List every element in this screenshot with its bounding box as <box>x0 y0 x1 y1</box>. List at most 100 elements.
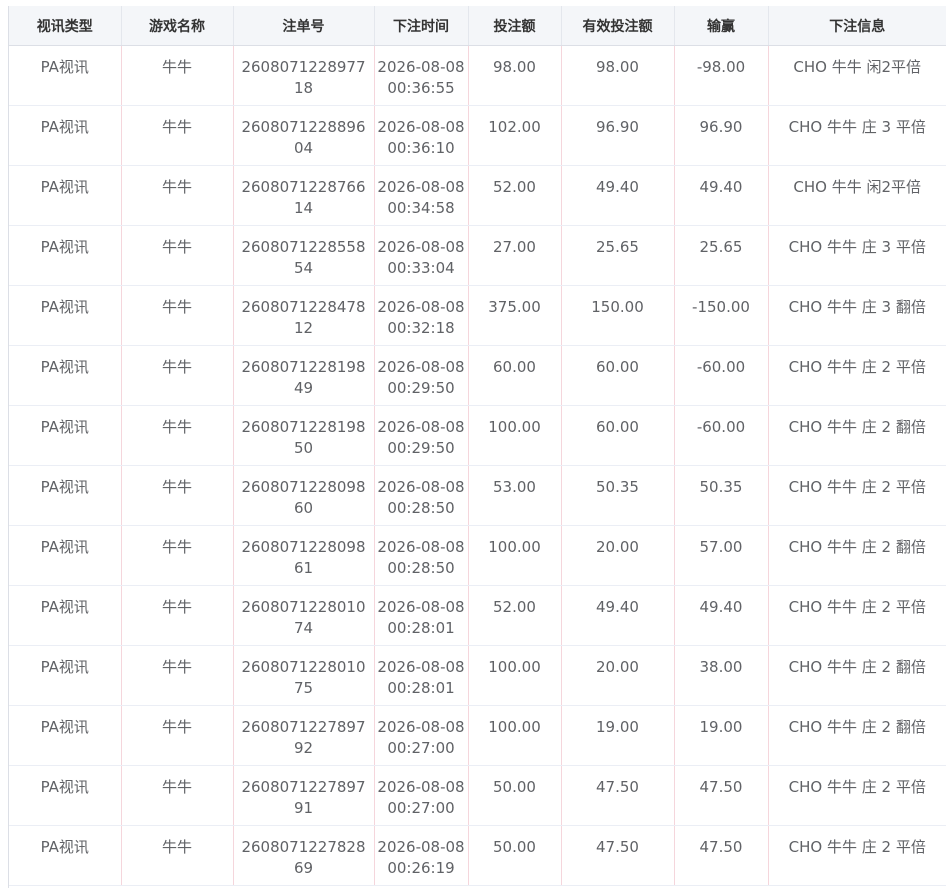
bet-time-cell: 2026-08-08 00:28:01 <box>374 585 469 646</box>
table-row[interactable]: PA视讯 牛牛 260807122897718 2026-08-08 00:36:55… <box>9 45 946 106</box>
valid-bet-amount-cell: 150.00 <box>561 285 675 346</box>
table-row[interactable]: PA视讯 牛牛 260807122809860 2026-08-08 00:28:50… <box>9 465 946 526</box>
bet-time-cell: 2026-08-08 00:33:04 <box>374 225 469 286</box>
table-row[interactable]: PA视讯 牛牛 260807122789791 2026-08-08 00:27:00… <box>9 765 946 826</box>
video-type-cell: PA视讯 <box>9 645 122 706</box>
bet-amount-cell: 52.00 <box>468 585 562 646</box>
bet-amount-cell: 52.00 <box>468 165 562 226</box>
valid-bet-amount-cell: 60.00 <box>561 405 675 466</box>
table-row[interactable]: PA视讯 牛牛 260807122801074 2026-08-08 00:28:01… <box>9 585 946 646</box>
bet-time-cell: 2026-08-08 00:36:10 <box>374 105 469 166</box>
win-loss-cell: -60.00 <box>674 345 769 406</box>
valid-bet-amount-cell: 20.00 <box>561 525 675 586</box>
win-loss-cell: 49.40 <box>674 165 769 226</box>
table-row[interactable]: PA视讯 牛牛 260807122889604 2026-08-08 00:36:10… <box>9 105 946 166</box>
table-row[interactable]: PA视讯 牛牛 260807122801075 2026-08-08 00:28:01… <box>9 645 946 706</box>
bet-info-cell: CHO 牛牛 庄 2 翻倍 <box>768 405 946 466</box>
valid-bet-amount-cell: 49.40 <box>561 165 675 226</box>
order-number-cell: 260807122897718 <box>233 45 375 106</box>
bet-amount-cell: 375.00 <box>468 285 562 346</box>
game-name-cell: 牛牛 <box>121 585 234 646</box>
bet-time-cell: 2026-08-08 00:28:50 <box>374 525 469 586</box>
game-name-cell: 牛牛 <box>121 765 234 826</box>
bet-info-cell: CHO 牛牛 庄 2 平倍 <box>768 765 946 826</box>
order-number-cell: 260807122855854 <box>233 225 375 286</box>
column-header-valid-bet-amount[interactable]: 有效投注额 <box>561 6 675 46</box>
order-number-cell: 260807122847812 <box>233 285 375 346</box>
game-name-cell: 牛牛 <box>121 465 234 526</box>
bet-amount-cell: 50.00 <box>468 765 562 826</box>
order-number-cell: 260807122809861 <box>233 525 375 586</box>
column-header-game-name[interactable]: 游戏名称 <box>121 6 234 46</box>
bet-info-cell: CHO 牛牛 闲2平倍 <box>768 45 946 106</box>
valid-bet-amount-cell: 49.40 <box>561 585 675 646</box>
video-type-cell: PA视讯 <box>9 525 122 586</box>
video-type-cell: PA视讯 <box>9 45 122 106</box>
bet-time-cell: 2026-08-08 00:32:18 <box>374 285 469 346</box>
video-type-cell: PA视讯 <box>9 465 122 526</box>
column-header-video-type[interactable]: 视讯类型 <box>9 6 122 46</box>
table-row[interactable]: PA视讯 牛牛 260807122819850 2026-08-08 00:29:50… <box>9 405 946 466</box>
bet-time-cell: 2026-08-08 00:26:19 <box>374 825 469 886</box>
bet-time-cell: 2026-08-08 00:36:55 <box>374 45 469 106</box>
table-body: PA视讯 牛牛 260807122897718 2026-08-08 00:36:55… <box>9 45 946 886</box>
bet-amount-cell: 100.00 <box>468 705 562 766</box>
bet-records-table: 视讯类型 游戏名称 注单号 下注时间 投注额 有效投注额 输赢 下注信息 PA视… <box>9 6 946 886</box>
table-row[interactable]: PA视讯 牛牛 260807122809861 2026-08-08 00:28:50… <box>9 525 946 586</box>
table-row[interactable]: PA视讯 牛牛 260807122855854 2026-08-08 00:33:04… <box>9 225 946 286</box>
column-header-win-loss[interactable]: 输赢 <box>674 6 769 46</box>
table-row[interactable]: PA视讯 牛牛 260807122789792 2026-08-08 00:27:00… <box>9 705 946 766</box>
bet-info-cell: CHO 牛牛 庄 2 翻倍 <box>768 645 946 706</box>
valid-bet-amount-cell: 19.00 <box>561 705 675 766</box>
bet-info-cell: CHO 牛牛 庄 2 平倍 <box>768 345 946 406</box>
bet-info-cell: CHO 牛牛 庄 2 翻倍 <box>768 525 946 586</box>
bet-info-cell: CHO 牛牛 庄 2 翻倍 <box>768 705 946 766</box>
game-name-cell: 牛牛 <box>121 285 234 346</box>
bet-amount-cell: 53.00 <box>468 465 562 526</box>
valid-bet-amount-cell: 47.50 <box>561 825 675 886</box>
win-loss-cell: -150.00 <box>674 285 769 346</box>
valid-bet-amount-cell: 25.65 <box>561 225 675 286</box>
win-loss-cell: 47.50 <box>674 765 769 826</box>
win-loss-cell: 38.00 <box>674 645 769 706</box>
bet-amount-cell: 100.00 <box>468 525 562 586</box>
table-row[interactable]: PA视讯 牛牛 260807122876614 2026-08-08 00:34:58… <box>9 165 946 226</box>
game-name-cell: 牛牛 <box>121 645 234 706</box>
game-name-cell: 牛牛 <box>121 45 234 106</box>
bet-time-cell: 2026-08-08 00:29:50 <box>374 405 469 466</box>
order-number-cell: 260807122809860 <box>233 465 375 526</box>
order-number-cell: 260807122789792 <box>233 705 375 766</box>
order-number-cell: 260807122876614 <box>233 165 375 226</box>
bet-info-cell: CHO 牛牛 庄 3 平倍 <box>768 225 946 286</box>
win-loss-cell: 50.35 <box>674 465 769 526</box>
video-type-cell: PA视讯 <box>9 705 122 766</box>
bet-time-cell: 2026-08-08 00:29:50 <box>374 345 469 406</box>
column-header-bet-amount[interactable]: 投注额 <box>468 6 562 46</box>
valid-bet-amount-cell: 20.00 <box>561 645 675 706</box>
order-number-cell: 260807122801075 <box>233 645 375 706</box>
order-number-cell: 260807122789791 <box>233 765 375 826</box>
win-loss-cell: -98.00 <box>674 45 769 106</box>
game-name-cell: 牛牛 <box>121 405 234 466</box>
column-header-bet-time[interactable]: 下注时间 <box>374 6 469 46</box>
column-header-bet-info[interactable]: 下注信息 <box>768 6 946 46</box>
table-row[interactable]: PA视讯 牛牛 260807122819849 2026-08-08 00:29:50… <box>9 345 946 406</box>
valid-bet-amount-cell: 50.35 <box>561 465 675 526</box>
bet-time-cell: 2026-08-08 00:27:00 <box>374 705 469 766</box>
valid-bet-amount-cell: 47.50 <box>561 765 675 826</box>
win-loss-cell: 49.40 <box>674 585 769 646</box>
bet-time-cell: 2026-08-08 00:28:01 <box>374 645 469 706</box>
vertical-scrollbar[interactable] <box>946 0 951 888</box>
game-name-cell: 牛牛 <box>121 225 234 286</box>
game-name-cell: 牛牛 <box>121 705 234 766</box>
bet-time-cell: 2026-08-08 00:28:50 <box>374 465 469 526</box>
table-row[interactable]: PA视讯 牛牛 260807122847812 2026-08-08 00:32:18… <box>9 285 946 346</box>
table-row[interactable]: PA视讯 牛牛 260807122782869 2026-08-08 00:26:19… <box>9 825 946 886</box>
video-type-cell: PA视讯 <box>9 105 122 166</box>
video-type-cell: PA视讯 <box>9 165 122 226</box>
bet-time-cell: 2026-08-08 00:34:58 <box>374 165 469 226</box>
column-header-order-number[interactable]: 注单号 <box>233 6 375 46</box>
bet-amount-cell: 102.00 <box>468 105 562 166</box>
valid-bet-amount-cell: 98.00 <box>561 45 675 106</box>
win-loss-cell: -60.00 <box>674 405 769 466</box>
